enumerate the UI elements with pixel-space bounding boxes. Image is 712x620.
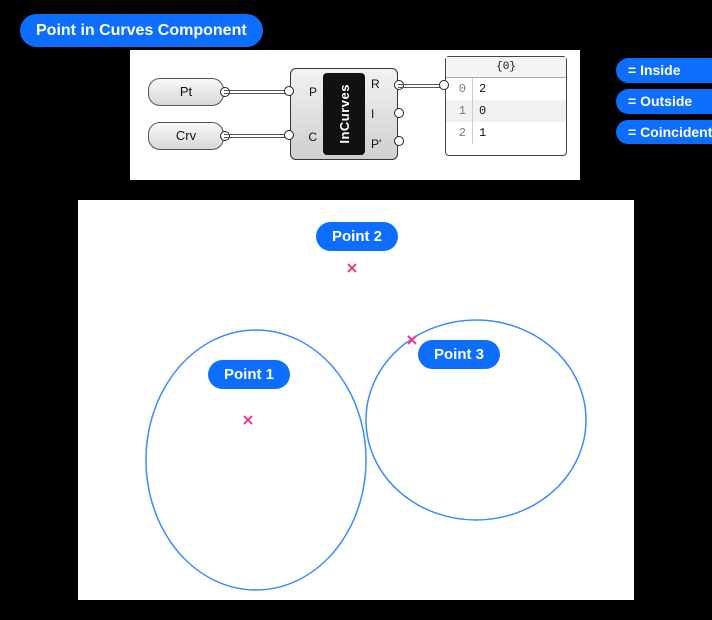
port-comp-pp[interactable]	[394, 136, 404, 146]
point-marker-2	[348, 264, 356, 272]
viewport-svg	[78, 200, 634, 600]
component-incurves[interactable]: P C InCurves R I P'	[290, 68, 398, 160]
row-index: 0	[446, 78, 473, 100]
row-value: 0	[473, 100, 486, 122]
row-index: 1	[446, 100, 473, 122]
wire-pt	[224, 90, 290, 94]
point-marker-1	[244, 416, 252, 424]
input-label-c: C	[308, 130, 317, 144]
label-point-3: Point 3	[418, 340, 500, 369]
legend-outside: = Outside	[616, 89, 712, 114]
port-panel-in[interactable]	[439, 80, 449, 90]
legend: = Inside = Outside = Coincident	[616, 58, 712, 150]
output-label-r: R	[371, 77, 380, 91]
row-index: 2	[446, 122, 473, 144]
wire-r	[398, 84, 444, 88]
label-point-1: Point 1	[208, 360, 290, 389]
param-curve[interactable]: Crv	[148, 122, 224, 150]
input-label-p: P	[309, 85, 317, 99]
title-pill: Point in Curves Component	[20, 14, 263, 47]
output-label-i: I	[371, 107, 374, 121]
output-label-pprime: P'	[371, 137, 381, 151]
legend-inside: = Inside	[616, 58, 712, 83]
output-panel[interactable]: {0} 0 2 1 0 2 1	[445, 56, 567, 156]
grasshopper-canvas: Pt Crv P C InCurves R I P'	[130, 50, 580, 180]
rhino-viewport: Point 1 Point 2 Point 3	[78, 200, 634, 600]
port-comp-i[interactable]	[394, 108, 404, 118]
panel-header: {0}	[446, 57, 566, 78]
row-value: 2	[473, 78, 486, 100]
port-comp-p[interactable]	[284, 86, 294, 96]
label-point-2: Point 2	[316, 222, 398, 251]
wire-crv	[224, 134, 290, 138]
row-value: 1	[473, 122, 486, 144]
port-comp-c[interactable]	[284, 130, 294, 140]
param-point[interactable]: Pt	[148, 78, 224, 106]
component-name: InCurves	[337, 84, 352, 144]
legend-coincident: = Coincident	[616, 120, 712, 145]
